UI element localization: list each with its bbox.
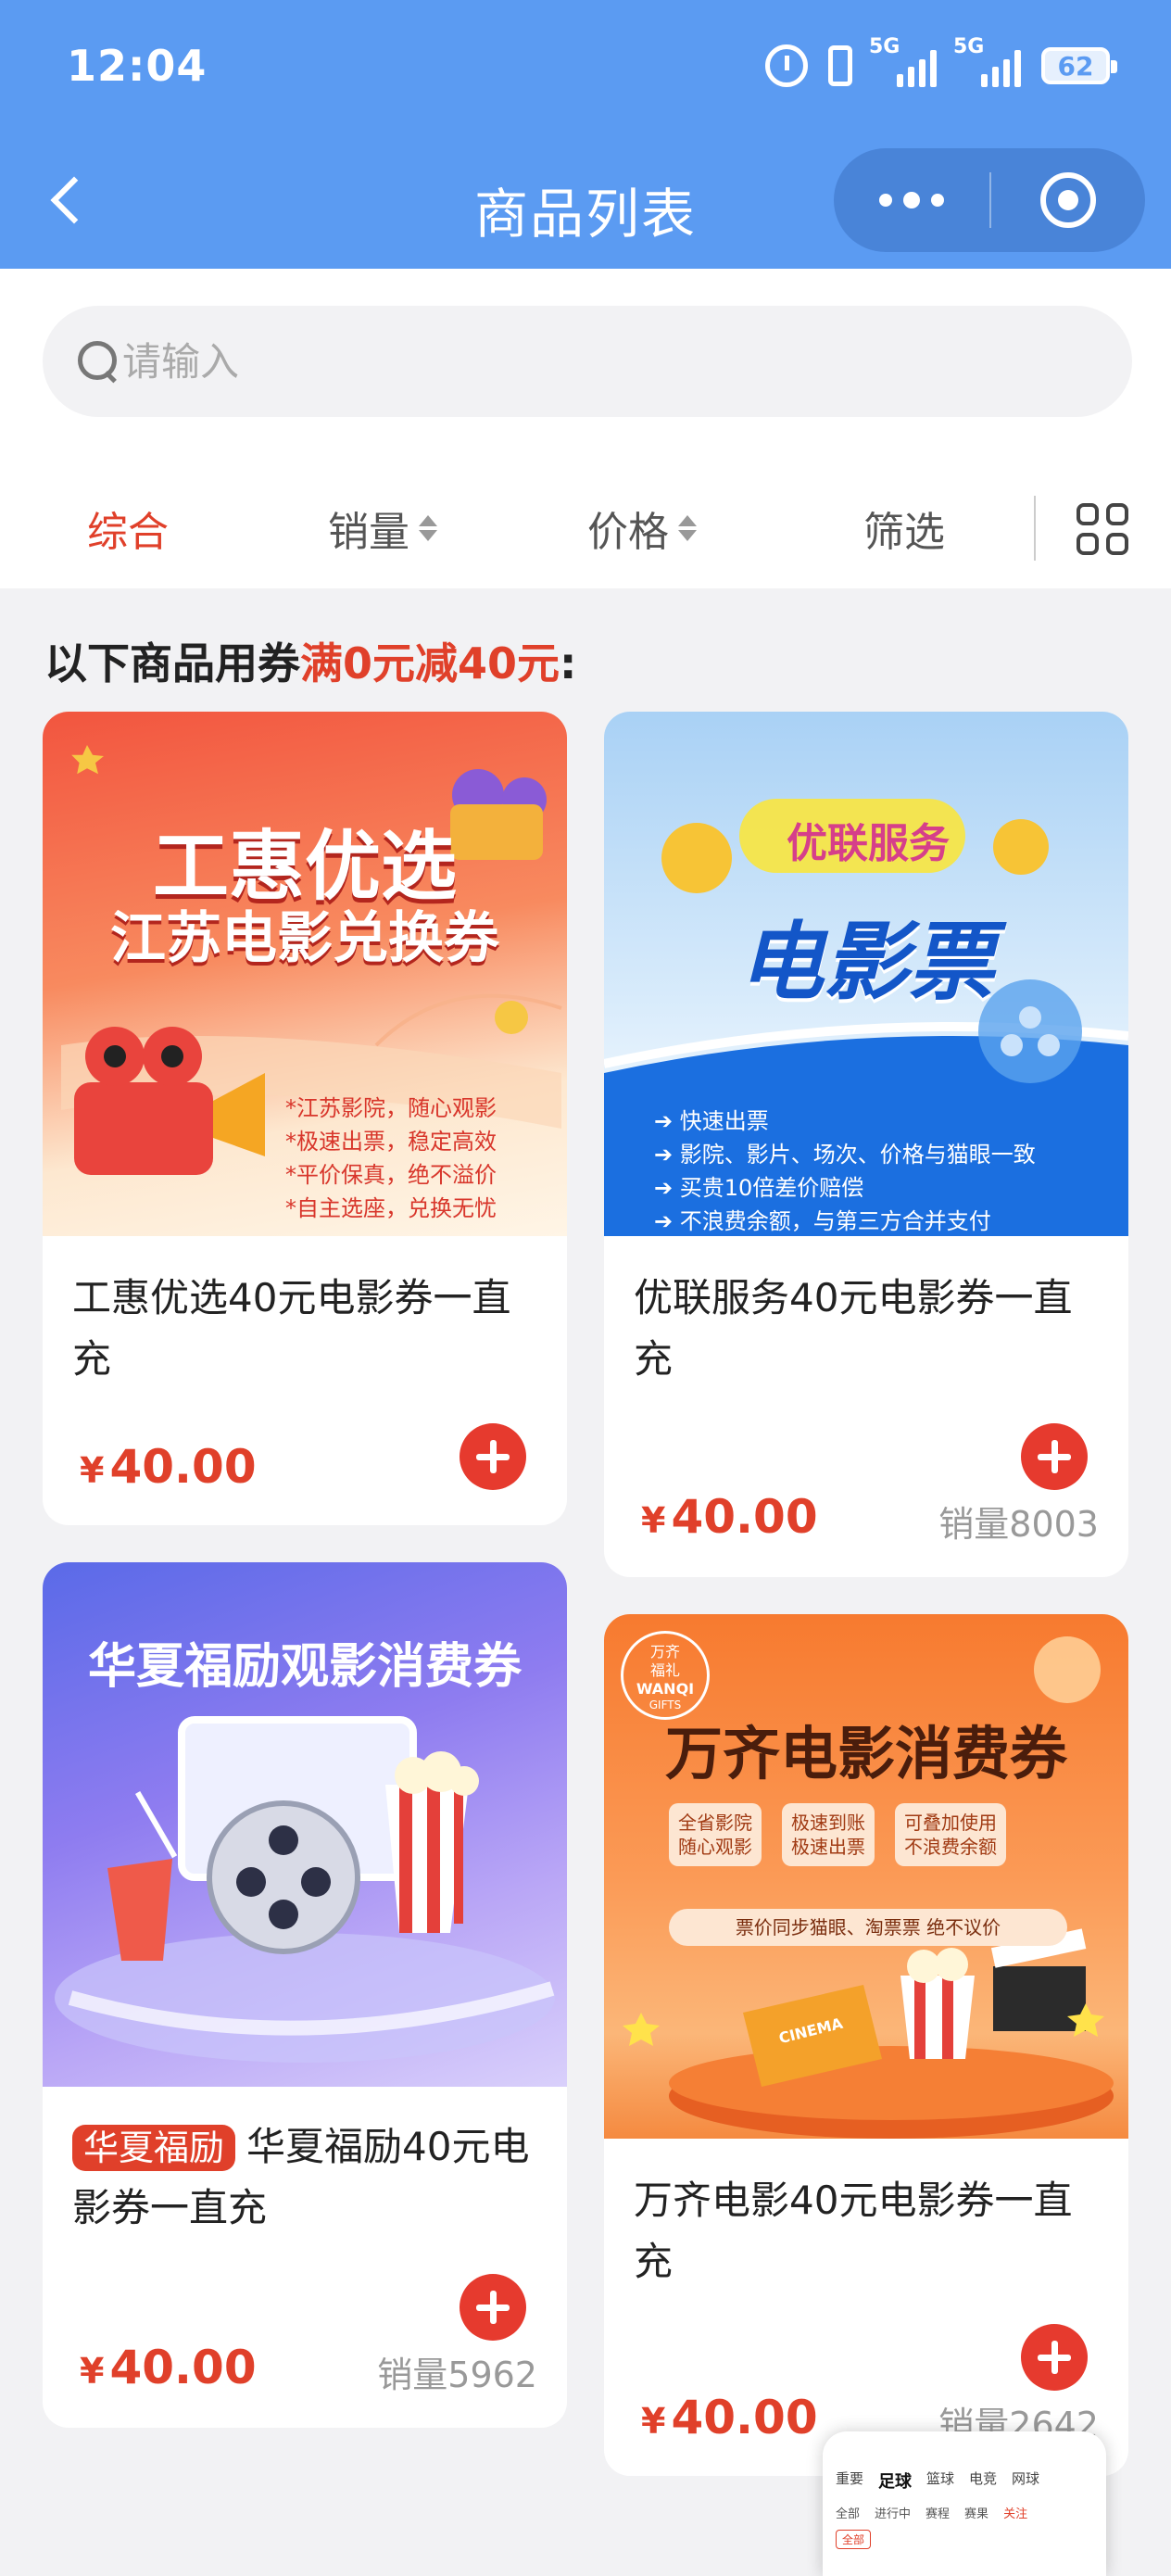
mini-tab: 篮球 (926, 2470, 955, 2487)
mini-tab: 足球 (878, 2472, 913, 2492)
grid-view-icon[interactable] (1077, 503, 1128, 555)
miniapp-capsule (834, 148, 1145, 252)
sort-comprehensive-label: 综合 (87, 509, 169, 556)
art-bubble: 优联服务 (787, 820, 950, 867)
art-headline: 华夏福励观影消费券 (87, 1639, 522, 1695)
art-feature: 快速出票 (679, 1108, 769, 1134)
alarm-icon (765, 44, 808, 87)
price-value: 40.00 (109, 2341, 257, 2394)
coupon-suffix: : (560, 638, 577, 688)
art-tag: 可叠加使用 不浪费余额 (895, 1803, 1006, 1866)
product-image: 万齐 福礼 WANQI GIFTS 万齐电影消费券 全省影院 随心观影 极速到账 极速出票… (604, 1614, 1128, 2139)
mini-window-tabs: 重要 足球 篮球 电竞 网球 (836, 2469, 1039, 2493)
search-input[interactable] (122, 338, 956, 385)
product-price: ¥40.00 (80, 2341, 257, 2394)
sort-arrows-icon (678, 515, 697, 541)
search-icon (76, 339, 120, 384)
add-to-cart-icon[interactable] (460, 1423, 526, 1490)
add-to-cart-icon[interactable] (1021, 2324, 1088, 2391)
currency-symbol: ¥ (80, 2351, 105, 2392)
signal-icon: 5G (869, 35, 937, 87)
floating-mini-window[interactable]: 重要 足球 篮球 电竞 网球 全部 进行中 赛程 赛果 关注 全部 (823, 2431, 1106, 2576)
art-feature: *自主选座，兑换无忧 (285, 1195, 497, 1221)
more-icon[interactable] (834, 148, 989, 252)
art-features: *江苏影院，随心观影 *极速出票，稳定高效 *平价保真，绝不溢价 *自主选座，兑… (285, 1092, 497, 1225)
mini-window-subtabs: 全部 进行中 赛程 赛果 关注 (836, 2504, 1027, 2521)
mini-subtab: 关注 (1003, 2507, 1028, 2521)
mini-chip: 全部 (836, 2530, 872, 2549)
currency-symbol: ¥ (641, 1500, 666, 1541)
filter-label: 筛选 (863, 509, 945, 556)
product-name: 优联服务40元电影券一直充 (634, 1275, 1073, 1382)
coupon-prefix: 以下商品用券 (44, 638, 300, 688)
mini-tab: 电竞 (969, 2470, 998, 2487)
currency-symbol: ¥ (80, 1450, 105, 1491)
product-image: 华夏福励观影消费券 (43, 1562, 567, 2087)
art-feature: *极速出票，稳定高效 (285, 1129, 497, 1155)
nav-bar: 商品列表 (0, 139, 1171, 269)
sort-arrows-icon (419, 515, 437, 541)
sort-bar: 综合 销量 价格 筛选 (0, 477, 1171, 579)
art-feature: 不浪费余额，与第三方合并支付 (679, 1208, 991, 1234)
filter-button[interactable]: 筛选 (863, 477, 945, 579)
signal-icon-2: 5G (953, 35, 1021, 87)
product-price: ¥40.00 (80, 1440, 257, 1494)
add-to-cart-icon[interactable] (1021, 1423, 1088, 1490)
mini-subtab: 进行中 (875, 2507, 912, 2521)
art-tag: 极速到账 极速出票 (782, 1803, 875, 1866)
art-title-2: 江苏电影兑换券 (110, 906, 499, 971)
product-price: ¥40.00 (641, 2391, 818, 2444)
art-feature: 买贵10倍差价赔偿 (679, 1175, 864, 1201)
sort-divider (1034, 496, 1036, 561)
mini-subtab: 赛果 (964, 2507, 989, 2521)
coupon-notice: 以下商品用券满0元减40元: (44, 630, 576, 691)
art-feature: *江苏影院，随心观影 (285, 1095, 497, 1121)
price-value: 40.00 (671, 1490, 818, 1544)
price-value: 40.00 (671, 2391, 818, 2444)
product-image: 工惠优选 江苏电影兑换券 *江苏影院，随心观影 *极速出票，稳定高效 *平价保真… (43, 712, 567, 1236)
product-card[interactable]: 优联服务 电影票 ➔ 快速出票 ➔ 影院、影片、场次、价格与猫眼一致 ➔ 买贵1… (604, 712, 1128, 1577)
sort-sales[interactable]: 销量 (328, 477, 437, 579)
product-name: 工惠优选40元电影券一直充 (72, 1275, 511, 1382)
status-bar: 12:04 5G 5G 62 (0, 0, 1171, 139)
filter-area: 综合 销量 价格 筛选 (0, 269, 1171, 588)
art-note: 票价同步猫眼、淘票票 绝不议价 (669, 1909, 1067, 1946)
product-card[interactable]: 万齐 福礼 WANQI GIFTS 万齐电影消费券 全省影院 随心观影 极速到账 极速出票… (604, 1614, 1128, 2476)
art-features: ➔ 快速出票 ➔ 影院、影片、场次、价格与猫眼一致 ➔ 买贵10倍差价赔偿 ➔ … (654, 1108, 1036, 1234)
sales-count: 销量5962 (377, 2355, 537, 2395)
sort-sales-label: 销量 (328, 509, 409, 556)
art-headline: 电影票 (737, 913, 994, 1012)
product-card[interactable]: 华夏福励观影消费券 华夏福励 华夏福励40元电影券一直充 ¥40.00 销量596… (43, 1562, 567, 2428)
price-value: 40.00 (109, 1440, 257, 1494)
product-name: 华夏福励 华夏福励40元电影券一直充 (72, 2116, 545, 2239)
sort-price-label: 价格 (587, 509, 669, 556)
art-tag: 全省影院 随心观影 (669, 1803, 762, 1866)
art-tags: 全省影院 随心观影 极速到账 极速出票 可叠加使用 不浪费余额 (669, 1803, 1006, 1866)
mini-tab: 重要 (836, 2470, 864, 2487)
mini-subtab: 赛程 (925, 2507, 951, 2521)
mini-subtab: 全部 (836, 2507, 861, 2521)
brand-badge: 华夏福励 (72, 2125, 236, 2171)
status-time: 12:04 (67, 41, 208, 91)
product-card[interactable]: 工惠优选 江苏电影兑换券 *江苏影院，随心观影 *极速出票，稳定高效 *平价保真… (43, 712, 567, 1525)
sort-comprehensive[interactable]: 综合 (87, 477, 169, 579)
sales-count: 销量8003 (938, 1504, 1099, 1545)
battery-icon: 62 (1041, 47, 1117, 84)
art-headline: 万齐电影消费券 (664, 1720, 1067, 1787)
product-name: 万齐电影40元电影券一直充 (634, 2178, 1073, 2284)
art-feature: 影院、影片、场次、价格与猫眼一致 (679, 1142, 1036, 1168)
mini-tab: 网球 (1012, 2470, 1040, 2487)
top-bar: 12:04 5G 5G 62 商品列表 (0, 0, 1171, 269)
vibrate-icon (828, 45, 852, 86)
search-bar[interactable] (43, 306, 1132, 417)
currency-symbol: ¥ (641, 2401, 666, 2442)
product-price: ¥40.00 (641, 1490, 818, 1544)
art-feature: *平价保真，绝不溢价 (285, 1162, 497, 1188)
status-icons: 5G 5G 62 (765, 35, 1117, 87)
product-image: 优联服务 电影票 ➔ 快速出票 ➔ 影院、影片、场次、价格与猫眼一致 ➔ 买贵1… (604, 712, 1128, 1236)
coupon-amount: 满0元减40元 (300, 638, 560, 688)
add-to-cart-icon[interactable] (460, 2274, 526, 2341)
close-miniapp-icon[interactable] (991, 148, 1145, 252)
sort-price[interactable]: 价格 (587, 477, 697, 579)
